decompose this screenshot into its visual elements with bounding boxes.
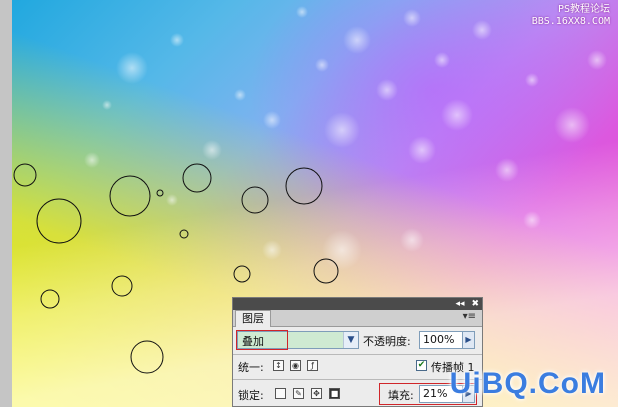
lock-paint-brush-icon[interactable]: ✎ <box>293 388 304 399</box>
circle-outline <box>111 275 133 297</box>
site-watermark: PS教程论坛 BBS.16XX8.COM <box>532 4 610 28</box>
panel-menu-icon[interactable]: ▾≡ <box>463 311 476 322</box>
blend-opacity-row: 叠加 ▼ 不透明度: 100% ▶ <box>233 329 482 351</box>
uibq-logo-watermark: UiBQ.CoM <box>449 367 606 400</box>
watermark-line-2: BBS.16XX8.COM <box>531 16 610 27</box>
lock-transparent-icon[interactable] <box>275 388 286 399</box>
panel-tab-row: 图层 ▾≡ <box>233 310 482 327</box>
unify-style-icon[interactable]: ƒ <box>307 360 318 371</box>
layers-panel: ◂◂ ✖ 图层 ▾≡ 叠加 ▼ 不透明度: 100% ▶ 统一: ↕ ◉ ƒ ✔… <box>232 297 483 407</box>
lock-all-icon[interactable]: ■ <box>329 388 340 399</box>
circle-outline <box>130 340 164 374</box>
divider <box>233 379 482 380</box>
propagate-checkbox[interactable]: ✔ <box>416 360 427 371</box>
unify-label: 统一: <box>238 361 264 374</box>
opacity-label: 不透明度: <box>363 335 411 348</box>
chevron-down-icon[interactable]: ▼ <box>343 332 358 348</box>
photoshop-workspace: PS教程论坛 BBS.16XX8.COM ◂◂ ✖ 图层 ▾≡ 叠加 ▼ 不透明… <box>0 0 618 407</box>
blend-mode-highlight <box>236 330 288 350</box>
lock-label: 锁定: <box>238 389 264 402</box>
circle-outline <box>285 167 323 205</box>
close-icon[interactable]: ✖ <box>471 298 479 310</box>
lock-fill-row: 锁定: ✎ ✥ ■ 填充: 21% ▶ <box>233 383 482 405</box>
opacity-slider-arrow[interactable]: ▶ <box>463 331 475 349</box>
unify-row: 统一: ↕ ◉ ƒ ✔ 传播帧 1 <box>233 356 482 376</box>
circle-outline <box>36 198 82 244</box>
circle-outline <box>241 186 269 214</box>
circle-outline <box>40 289 60 309</box>
divider <box>233 354 482 355</box>
circle-outline <box>313 258 339 284</box>
opacity-input[interactable]: 100% <box>419 331 463 349</box>
circle-outline <box>179 229 189 239</box>
unify-visibility-icon[interactable]: ◉ <box>290 360 301 371</box>
circle-outline <box>156 189 164 197</box>
lock-move-icon[interactable]: ✥ <box>311 388 322 399</box>
circle-outline <box>109 175 151 217</box>
collapse-icon[interactable]: ◂◂ <box>456 298 465 310</box>
circle-outline <box>233 265 251 283</box>
watermark-line-1: PS教程论坛 <box>557 4 610 15</box>
circle-outline <box>13 163 37 187</box>
unify-position-icon[interactable]: ↕ <box>273 360 284 371</box>
panel-titlebar[interactable]: ◂◂ ✖ <box>233 298 482 310</box>
tab-layers[interactable]: 图层 <box>235 310 271 327</box>
circle-outline <box>182 163 212 193</box>
